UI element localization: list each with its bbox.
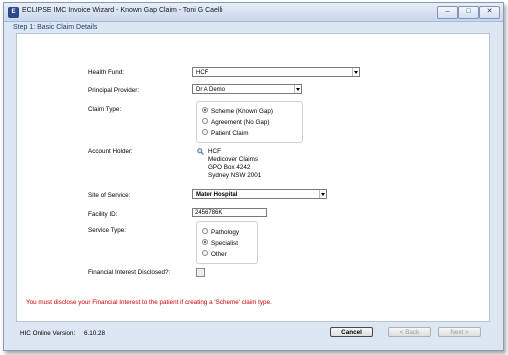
service-type-option-other[interactable]: Other xyxy=(202,250,227,259)
service-type-option-label: Specialist xyxy=(211,240,238,247)
minimize-button[interactable]: – xyxy=(437,6,458,19)
radio-unselected-icon xyxy=(202,228,208,235)
radio-selected-icon xyxy=(202,239,208,246)
version-info: HIC Online Version: 6.10.28 xyxy=(20,330,105,337)
principal-provider-label: Principal Provider: xyxy=(88,87,140,94)
radio-unselected-icon xyxy=(202,129,208,136)
service-type-option-label: Other xyxy=(211,251,227,258)
chevron-down-icon xyxy=(352,68,359,76)
claim-type-option-scheme[interactable]: Scheme (Known Gap) xyxy=(202,107,273,116)
service-type-option-label: Pathology xyxy=(211,229,240,236)
magnifier-icon[interactable] xyxy=(197,148,204,155)
back-button[interactable]: < Back xyxy=(388,327,431,337)
site-of-service-value: Mater Hospital xyxy=(196,192,238,198)
service-type-group: Pathology Specialist Other xyxy=(196,221,258,264)
claim-type-option-label: Patient Claim xyxy=(211,130,249,137)
facility-id-label: Facility ID: xyxy=(88,211,118,218)
step-title: Step 1: Basic Claim Details xyxy=(13,24,98,31)
facility-id-input[interactable]: 2456786K xyxy=(192,208,267,217)
financial-interest-label: Financial Interest Disclosed?: xyxy=(88,269,171,276)
principal-provider-value: Dr A Demo xyxy=(196,87,226,93)
radio-unselected-icon xyxy=(202,118,208,125)
wizard-window: E ECLIPSE IMC Invoice Wizard - Known Gap… xyxy=(3,2,504,351)
chevron-down-icon xyxy=(319,190,326,198)
version-label: HIC Online Version: xyxy=(20,330,76,337)
account-holder-line: GPO Box 4242 xyxy=(208,164,251,171)
claim-type-option-label: Agreement (No Gap) xyxy=(211,119,270,126)
title-bar[interactable]: E ECLIPSE IMC Invoice Wizard - Known Gap… xyxy=(4,3,503,22)
radio-unselected-icon xyxy=(202,250,208,257)
claim-type-option-patient[interactable]: Patient Claim xyxy=(202,129,248,138)
close-button[interactable]: ✕ xyxy=(479,6,500,19)
form-panel: Health Fund: HCF Principal Provider: Dr … xyxy=(16,33,490,322)
service-type-option-pathology[interactable]: Pathology xyxy=(202,228,239,237)
health-fund-select[interactable]: HCF xyxy=(192,67,360,77)
principal-provider-select[interactable]: Dr A Demo xyxy=(192,84,302,94)
account-holder-label: Account Holder: xyxy=(88,148,133,155)
radio-selected-icon xyxy=(202,107,208,114)
account-holder-line: Medicover Claims xyxy=(208,156,259,163)
financial-interest-checkbox[interactable] xyxy=(196,268,205,277)
app-icon: E xyxy=(8,7,19,18)
claim-type-label: Claim Type: xyxy=(88,106,122,113)
health-fund-label: Health Fund: xyxy=(88,69,125,76)
financial-interest-warning: You must disclose your Financial Interes… xyxy=(26,299,272,306)
site-of-service-select[interactable]: Mater Hospital xyxy=(192,189,327,199)
service-type-option-specialist[interactable]: Specialist xyxy=(202,239,238,248)
version-value: 6.10.28 xyxy=(84,330,106,337)
chevron-down-icon xyxy=(294,85,301,93)
account-holder-line: HCF xyxy=(208,148,221,155)
site-of-service-label: Site of Service: xyxy=(88,192,131,199)
next-button[interactable]: Next > xyxy=(438,327,481,337)
claim-type-option-agreement[interactable]: Agreement (No Gap) xyxy=(202,118,269,127)
cancel-button[interactable]: Cancel xyxy=(330,327,373,337)
account-holder-line: Sydney NSW 2001 xyxy=(208,172,262,179)
claim-type-group: Scheme (Known Gap) Agreement (No Gap) Pa… xyxy=(196,101,303,143)
window-title: ECLIPSE IMC Invoice Wizard - Known Gap C… xyxy=(22,7,223,14)
service-type-label: Service Type: xyxy=(88,227,127,234)
maximize-button[interactable]: □ xyxy=(458,6,479,19)
health-fund-value: HCF xyxy=(196,70,209,76)
claim-type-option-label: Scheme (Known Gap) xyxy=(211,108,273,115)
